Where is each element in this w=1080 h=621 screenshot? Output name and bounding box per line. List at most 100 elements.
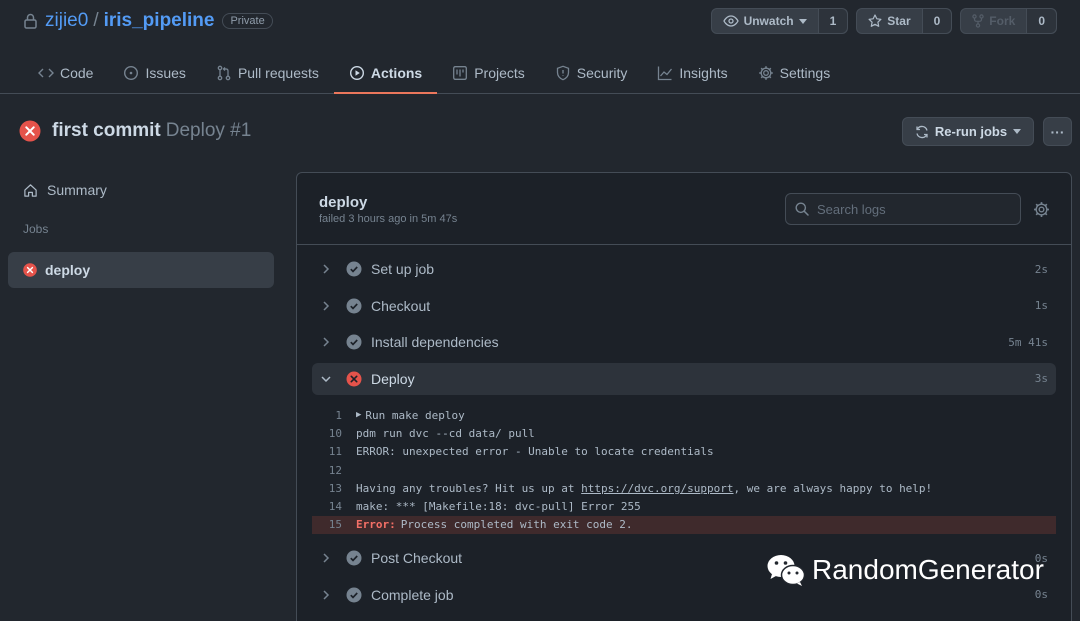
more-options-button[interactable]: ··· (1043, 117, 1072, 146)
step-name: Complete job (371, 586, 454, 603)
run-workflow-name: Deploy #1 (165, 120, 252, 141)
chevron-right-icon (323, 337, 330, 347)
tab-security[interactable]: Security (540, 52, 643, 94)
visibility-badge: Private (222, 13, 273, 29)
tab-issues[interactable]: Issues (108, 52, 200, 94)
tab-settings[interactable]: Settings (743, 52, 846, 94)
log-line-number: 10 (328, 426, 342, 440)
star-count[interactable]: 0 (922, 9, 952, 33)
tab-actions-label: Actions (370, 65, 423, 81)
repo-header: zijie0 / iris_pipeline Private Unwatch 1… (0, 0, 1080, 94)
gear-icon[interactable] (1033, 201, 1050, 218)
job-status-meta: failed 3 hours ago in 5m 47s (319, 213, 458, 225)
search-logs-input[interactable]: Search logs (785, 193, 1021, 225)
log-line-error[interactable]: 15 Error: Process completed with exit co… (312, 515, 1056, 535)
tab-code-label: Code (60, 65, 94, 81)
fork-count[interactable]: 0 (1027, 9, 1056, 33)
log-line[interactable]: 10 pdm run dvc --cd data/ pull (297, 424, 1071, 442)
chevron-down-icon (321, 375, 331, 382)
lock-icon (24, 13, 37, 29)
star-label: Star (887, 14, 911, 28)
sidebar-item-summary[interactable]: Summary (8, 172, 274, 208)
tab-projects[interactable]: Projects (437, 52, 540, 94)
step-name: Install dependencies (371, 334, 499, 350)
log-line-number: 1 (335, 408, 342, 422)
watermark-text: RandomGenerator (812, 554, 1044, 585)
graph-icon (658, 66, 673, 81)
repo-owner-link[interactable]: zijie0 (45, 10, 88, 32)
triangle-right-icon[interactable]: ▶ (356, 410, 361, 420)
step-name: Set up job (371, 261, 435, 277)
check-circle-fill-icon (346, 298, 362, 313)
project-icon (453, 66, 468, 80)
log-line-number: 14 (328, 500, 342, 514)
unwatch-button[interactable]: Unwatch (712, 9, 819, 33)
tab-actions[interactable]: Actions (333, 52, 438, 94)
tab-pull-requests[interactable]: Pull requests (201, 52, 334, 94)
chevron-right-icon (323, 590, 330, 600)
x-circle-fill-icon (23, 263, 37, 277)
watch-count[interactable]: 1 (818, 9, 848, 33)
job-name: deploy (319, 194, 368, 211)
log-line-text: pdm run dvc --cd data/ pull (356, 426, 535, 440)
rerun-jobs-button[interactable]: Re-run jobs (902, 117, 1034, 146)
log-line[interactable]: 11 ERROR: unexpected error - Unable to l… (297, 443, 1071, 461)
log-line-text: make: *** [Makefile:18: dvc-pull] Error … (356, 500, 641, 514)
job-header: deploy failed 3 hours ago in 5m 47s Sear… (297, 173, 1071, 245)
sidebar-job-label: deploy (45, 262, 91, 278)
step-set-up-job[interactable]: Set up job 2s (312, 253, 1056, 285)
tab-insights[interactable]: Insights (642, 52, 742, 94)
x-circle-fill-icon (19, 120, 41, 142)
log-line[interactable]: 14 make: *** [Makefile:18: dvc-pull] Err… (297, 497, 1071, 515)
tab-projects-label: Projects (474, 65, 525, 81)
star-button-group: Star 0 (856, 8, 953, 34)
step-duration: 3s (1034, 372, 1048, 385)
step-log-output: 1 ▶ Run make deploy 10 pdm run dvc --cd … (297, 399, 1071, 542)
chevron-right-icon (323, 264, 330, 274)
play-icon (349, 65, 364, 81)
unwatch-label: Unwatch (743, 14, 794, 28)
step-duration: 5m 41s (1008, 335, 1048, 349)
log-line-text-pre: Having any troubles? Hit us up at (356, 481, 582, 495)
search-icon (795, 202, 809, 216)
fork-button[interactable]: Fork (961, 9, 1028, 33)
log-line[interactable]: 1 ▶ Run make deploy (297, 406, 1071, 424)
log-line[interactable]: 13 Having any troubles? Hit us up at htt… (297, 479, 1071, 497)
home-icon (24, 183, 37, 197)
caret-down-icon (798, 18, 807, 24)
sync-icon (916, 125, 928, 138)
error-label: Error: (356, 518, 396, 532)
log-line[interactable]: 12 (297, 461, 1071, 479)
step-duration: 2s (1034, 262, 1048, 276)
star-button[interactable]: Star (857, 9, 923, 33)
log-line-number: 13 (328, 481, 342, 495)
unwatch-button-group: Unwatch 1 (710, 8, 849, 34)
chevron-right-icon (323, 300, 330, 311)
check-circle-fill-icon (346, 334, 362, 350)
repo-separator: / (93, 10, 99, 31)
step-checkout[interactable]: Checkout 1s (312, 290, 1056, 322)
log-line-number: 11 (328, 445, 342, 459)
step-duration: 1s (1034, 299, 1048, 312)
repo-nav: Code Issues Pull requests Actions Projec… (24, 52, 845, 94)
tab-code[interactable]: Code (24, 52, 108, 94)
repo-title: zijie0 / iris_pipeline Private (24, 10, 273, 32)
sidebar-jobs-heading: Jobs (23, 222, 49, 236)
watermark: RandomGenerator (766, 553, 1044, 587)
step-name: Checkout (371, 297, 431, 314)
step-install-dependencies[interactable]: Install dependencies 5m 41s (312, 326, 1056, 358)
step-duration: 0s (1034, 588, 1048, 602)
issue-icon (124, 65, 139, 81)
repo-actions: Unwatch 1 Star 0 Fork 0 (710, 8, 1057, 34)
check-circle-fill-icon (346, 261, 362, 277)
kebab-horizontal-icon: ··· (1050, 123, 1065, 140)
search-logs-placeholder: Search logs (817, 201, 886, 217)
step-deploy[interactable]: Deploy 3s (312, 362, 1056, 395)
sidebar-item-deploy-job[interactable]: deploy (8, 252, 274, 288)
log-line-number: 15 (328, 518, 342, 532)
log-line-text: Process completed with exit code 2. (400, 518, 633, 532)
step-name: Deploy (371, 370, 415, 387)
gear-icon (758, 66, 773, 80)
repo-name-link[interactable]: iris_pipeline (104, 10, 215, 32)
dvc-support-link[interactable]: https://dvc.org/support (581, 482, 733, 495)
